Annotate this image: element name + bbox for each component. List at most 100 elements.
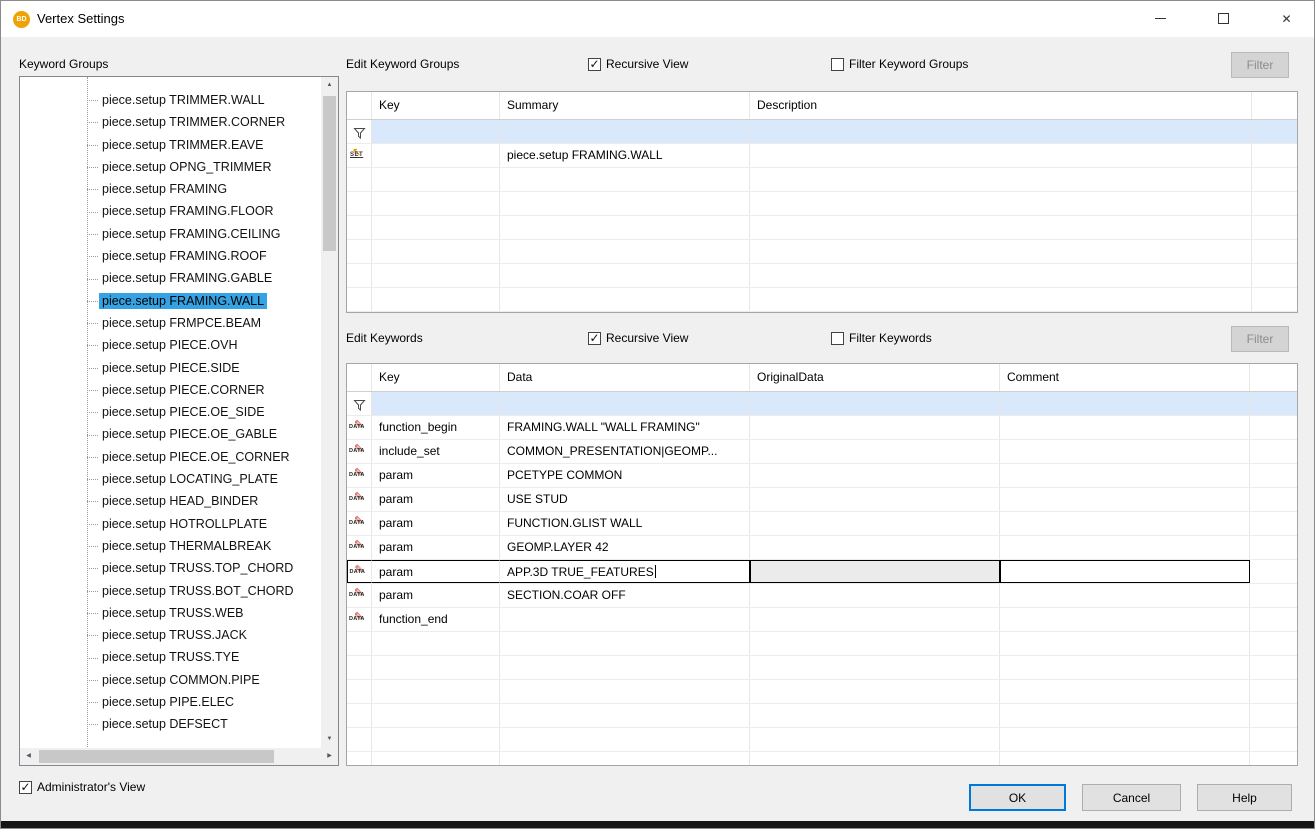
tree-item[interactable]: piece.setup PIECE.CORNER (20, 379, 321, 401)
tree-item[interactable]: piece.setup OPNG_TRIMMER (20, 156, 321, 178)
table-row[interactable] (347, 656, 1297, 680)
table-cell (1250, 584, 1297, 607)
table-row[interactable] (347, 168, 1297, 192)
tree-item[interactable]: piece.setup TRUSS.TYE (20, 646, 321, 668)
cancel-button[interactable]: Cancel (1082, 784, 1181, 811)
table-row[interactable] (347, 216, 1297, 240)
scroll-up-icon[interactable]: ▲ (321, 77, 338, 94)
table-row[interactable]: ✎DATAparamPCETYPE COMMON (347, 464, 1297, 488)
window-title: Vertex Settings (37, 1, 124, 37)
tree-item[interactable]: piece.setup FRAMING.WALL (20, 290, 321, 312)
tree-item[interactable]: piece.setup PIECE.OE_CORNER (20, 446, 321, 468)
table-cell (750, 752, 1000, 766)
tree-item[interactable]: piece.setup HEAD_BINDER (20, 490, 321, 512)
tree-vertical-scrollbar[interactable]: ▲ ▼ (321, 77, 338, 748)
tree-item[interactable]: piece.setup FRAMING (20, 178, 321, 200)
table-row[interactable]: ✎DATAfunction_beginFRAMING.WALL "WALL FR… (347, 416, 1297, 440)
table-cell (750, 560, 1000, 583)
table-row[interactable] (347, 120, 1297, 144)
table-row[interactable] (347, 288, 1297, 312)
table-row[interactable] (347, 680, 1297, 704)
table-row[interactable] (347, 240, 1297, 264)
row-icon-cell (347, 240, 372, 263)
table-row[interactable] (347, 704, 1297, 728)
table-row[interactable]: ✎DATAparamAPP.3D TRUE_FEATURES (347, 560, 1297, 584)
tree-item[interactable]: piece.setup FRAMING.GABLE (20, 267, 321, 289)
table-row[interactable]: ✎DATAparamGEOMP.LAYER 42 (347, 536, 1297, 560)
tree-item[interactable]: piece.setup TRIMMER.EAVE (20, 134, 321, 156)
tree-item[interactable]: piece.setup FRAMING.CEILING (20, 223, 321, 245)
table-cell (1250, 704, 1297, 727)
table-cell (500, 728, 750, 751)
keyword-groups-tree[interactable]: piece.setup TRIMMER.WALLpiece.setup TRIM… (19, 76, 339, 766)
tree-item-label: piece.setup TRUSS.TYE (99, 649, 242, 665)
row-icon-cell (347, 216, 372, 239)
table-row[interactable]: ✎DATAparamFUNCTION.GLIST WALL (347, 512, 1297, 536)
table-row[interactable] (347, 752, 1297, 766)
table-cell (1000, 512, 1250, 535)
tree-item[interactable]: piece.setup THERMALBREAK (20, 535, 321, 557)
row-icon-cell (347, 192, 372, 215)
tree-item[interactable]: piece.setup DEFSECT (20, 713, 321, 735)
scroll-down-icon[interactable]: ▼ (321, 731, 338, 748)
recursive-view-groups-checkbox[interactable]: ✓ Recursive View (588, 57, 688, 71)
table-row[interactable]: ✎DATAfunction_end (347, 608, 1297, 632)
tree-item-label: piece.setup FRAMING.ROOF (99, 248, 270, 264)
table-cell (1250, 608, 1297, 631)
table-row[interactable] (347, 392, 1297, 416)
tree-item[interactable]: piece.setup TRUSS.BOT_CHORD (20, 580, 321, 602)
table-cell (372, 728, 500, 751)
edit-cell[interactable]: APP.3D TRUE_FEATURES (500, 560, 750, 583)
tree-item[interactable]: piece.setup HOTROLLPLATE (20, 513, 321, 535)
maximize-button[interactable] (1201, 1, 1246, 37)
table-cell (750, 288, 1252, 311)
tree-item[interactable]: piece.setup PIPE.ELEC (20, 691, 321, 713)
table-row[interactable] (347, 312, 1297, 313)
minimize-button[interactable] (1138, 1, 1183, 37)
table-cell (1252, 240, 1297, 263)
tree-horizontal-scrollbar[interactable]: ◀ ▶ (20, 748, 338, 765)
tree-item[interactable]: piece.setup TRUSS.TOP_CHORD (20, 557, 321, 579)
tree-item[interactable]: piece.setup TRIMMER.CORNER (20, 111, 321, 133)
help-button[interactable]: Help (1197, 784, 1292, 811)
table-row[interactable]: ↖SETpiece.setup FRAMING.WALL (347, 144, 1297, 168)
checkbox-box-icon: ✓ (588, 332, 601, 345)
tree-item[interactable]: piece.setup PIECE.OE_GABLE (20, 423, 321, 445)
tree-item[interactable]: piece.setup PIECE.SIDE (20, 357, 321, 379)
table-row[interactable]: ✎DATAparamUSE STUD (347, 488, 1297, 512)
table-row[interactable]: ✎DATAparamSECTION.COAR OFF (347, 584, 1297, 608)
tree-item[interactable]: piece.setup FRAMING.FLOOR (20, 200, 321, 222)
tree-item[interactable]: piece.setup LOCATING_PLATE (20, 468, 321, 490)
tree-item[interactable]: piece.setup TRUSS.JACK (20, 624, 321, 646)
table-row[interactable] (347, 264, 1297, 288)
table-row[interactable] (347, 632, 1297, 656)
table-row[interactable] (347, 192, 1297, 216)
checkbox-box-icon: ✓ (588, 58, 601, 71)
recursive-view-keywords-checkbox[interactable]: ✓ Recursive View (588, 331, 688, 345)
table-row[interactable]: ✎DATAinclude_setCOMMON_PRESENTATION|GEOM… (347, 440, 1297, 464)
ok-button[interactable]: OK (969, 784, 1066, 811)
horizontal-scrollbar-thumb[interactable] (39, 750, 274, 763)
data-icon: ✎DATA (348, 608, 370, 630)
administrators-view-checkbox[interactable]: ✓ Administrator's View (19, 780, 145, 794)
close-button[interactable]: ✕ (1264, 1, 1309, 37)
filter-keyword-groups-checkbox[interactable]: Filter Keyword Groups (831, 57, 968, 71)
scroll-right-icon[interactable]: ▶ (321, 748, 338, 765)
filter-groups-button[interactable]: Filter (1231, 52, 1289, 78)
filter-keywords-checkbox[interactable]: Filter Keywords (831, 331, 932, 345)
tree-item[interactable]: piece.setup COMMON.PIPE (20, 669, 321, 691)
tree-item[interactable]: piece.setup TRIMMER.WALL (20, 89, 321, 111)
tree-item[interactable]: piece.setup TRUSS.WEB (20, 602, 321, 624)
scroll-left-icon[interactable]: ◀ (20, 748, 37, 765)
filter-keywords-button[interactable]: Filter (1231, 326, 1289, 352)
table-cell (750, 488, 1000, 511)
table-cell (372, 632, 500, 655)
tree-item[interactable]: piece.setup PIECE.OVH (20, 334, 321, 356)
table-row[interactable] (347, 728, 1297, 752)
tree-item[interactable]: piece.setup FRMPCE.BEAM (20, 312, 321, 334)
table-cell (500, 632, 750, 655)
tree-item[interactable]: piece.setup FRAMING.ROOF (20, 245, 321, 267)
tree-item[interactable]: piece.setup PIECE.OE_SIDE (20, 401, 321, 423)
table-cell: param (372, 488, 500, 511)
vertical-scrollbar-thumb[interactable] (323, 96, 336, 251)
